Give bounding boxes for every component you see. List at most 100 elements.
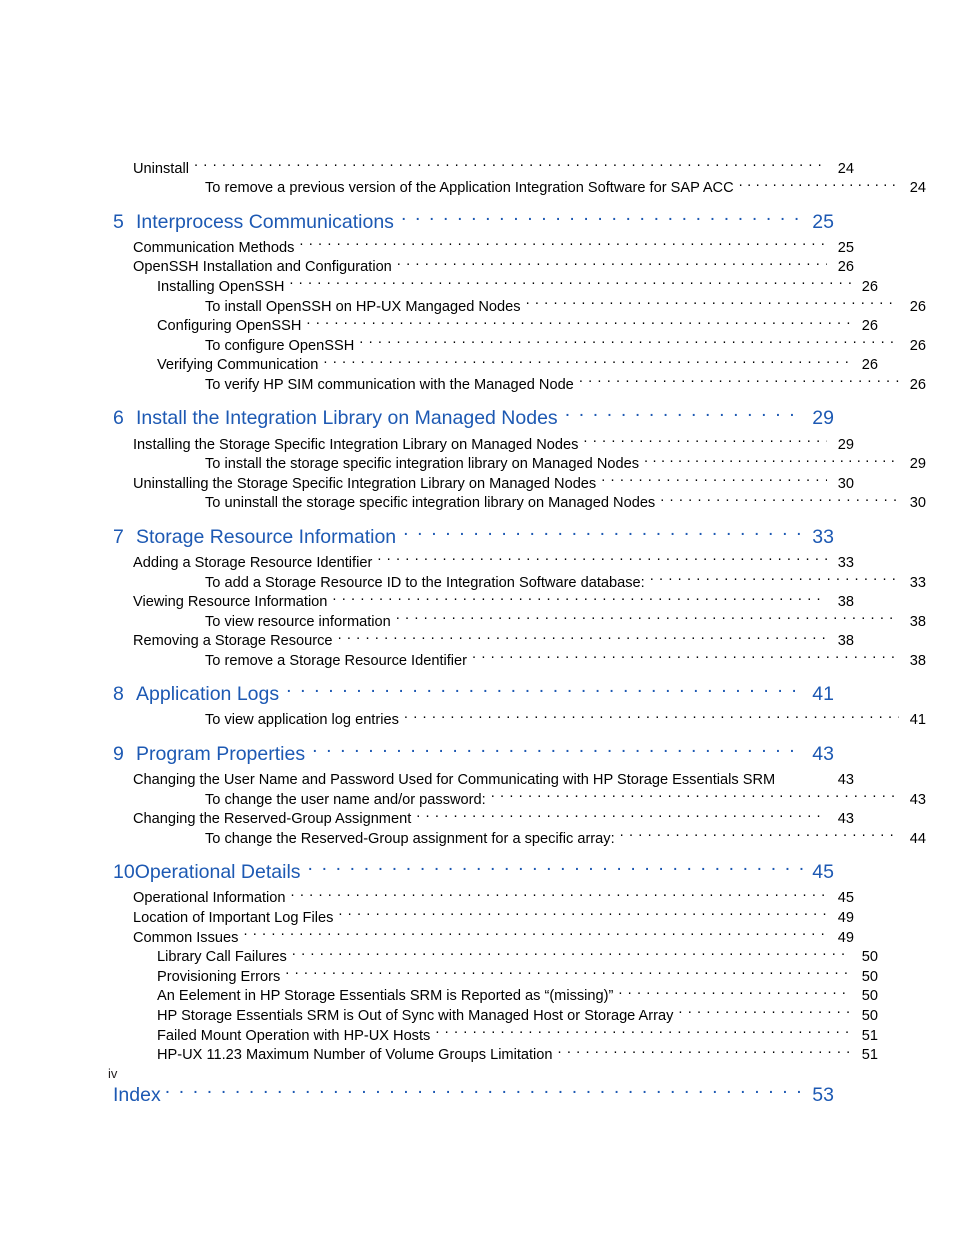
toc-chapter-entry[interactable]: 5 Interprocess Communications 25: [113, 208, 834, 235]
toc-page-number: 33: [812, 525, 834, 548]
toc-entry[interactable]: Failed Mount Operation with HP-UX Hosts 5…: [113, 1025, 878, 1045]
toc-page-number: 45: [837, 890, 854, 907]
toc-entry[interactable]: To uninstall the storage specific integr…: [113, 493, 926, 513]
dot-leader: [401, 208, 804, 228]
chapter-number: 5: [113, 210, 124, 233]
toc-entry-label: Library Call Failures: [157, 949, 287, 966]
toc-chapter-entry[interactable]: 8 Application Logs 41: [113, 681, 834, 708]
toc-entry[interactable]: Changing the Reserved-Group Assignment 43: [113, 809, 854, 829]
toc-entry-label: Storage Resource Information: [136, 525, 397, 548]
toc-entry[interactable]: Configuring OpenSSH 26: [113, 316, 878, 336]
dot-leader: [650, 572, 899, 587]
toc-entry[interactable]: To remove a previous version of the Appl…: [113, 178, 926, 198]
toc-entry-label: To install OpenSSH on HP-UX Mangaged Nod…: [205, 298, 521, 315]
toc-entry[interactable]: Removing a Storage Resource 38: [113, 631, 854, 651]
toc-entry[interactable]: HP-UX 11.23 Maximum Number of Volume Gro…: [113, 1045, 878, 1065]
toc-entry[interactable]: Installing OpenSSH 26: [113, 276, 878, 296]
toc-entry[interactable]: To verify HP SIM communication with the …: [113, 374, 926, 394]
toc-page-number: 24: [909, 180, 926, 197]
dot-leader: [558, 1045, 851, 1060]
dot-leader: [739, 178, 899, 193]
dot-leader: [579, 374, 899, 389]
toc-entry[interactable]: Changing the User Name and Password Used…: [113, 769, 854, 789]
toc-entry-label: Configuring OpenSSH: [157, 318, 302, 335]
toc-page-number: 38: [909, 613, 926, 630]
dot-leader: [306, 316, 851, 331]
dot-leader: [312, 740, 804, 760]
dot-leader: [165, 1081, 804, 1101]
toc-entry[interactable]: Provisioning Errors 50: [113, 966, 878, 986]
toc-entry[interactable]: Communication Methods 25: [113, 237, 854, 257]
toc-chapter-entry[interactable]: 6 Install the Integration Library on Mana…: [113, 405, 834, 432]
toc-entry[interactable]: Adding a Storage Resource Identifier 33: [113, 552, 854, 572]
toc-entry-label: Common Issues: [133, 929, 239, 946]
toc-entry[interactable]: To install OpenSSH on HP-UX Mangaged Nod…: [113, 296, 926, 316]
toc-entry-label: Install the Integration Library on Manag…: [136, 407, 558, 430]
dot-leader: [472, 650, 899, 665]
toc-page-number: 26: [909, 298, 926, 315]
dot-leader: [289, 276, 851, 291]
toc-entry[interactable]: Uninstalling the Storage Specific Integr…: [113, 473, 854, 493]
dot-leader: [620, 828, 899, 843]
dot-leader: [403, 523, 804, 543]
dot-leader: [404, 710, 899, 725]
toc-index-entry[interactable]: Index 53: [113, 1081, 834, 1108]
dot-leader: [308, 859, 804, 879]
toc-entry[interactable]: To remove a Storage Resource Identifier 3…: [113, 650, 926, 670]
toc-page-number: 25: [837, 239, 854, 256]
toc-entry[interactable]: HP Storage Essentials SRM is Out of Sync…: [113, 1005, 878, 1025]
toc-entry-label: Application Logs: [136, 683, 280, 706]
toc-entry[interactable]: Library Call Failures 50: [113, 947, 878, 967]
toc-entry[interactable]: To install the storage specific integrat…: [113, 454, 926, 474]
chapter-number: 9: [113, 742, 124, 765]
toc-page-number: 51: [861, 1027, 878, 1044]
toc-entry[interactable]: To view resource information 38: [113, 611, 926, 631]
toc-entry-label: To remove a previous version of the Appl…: [205, 180, 734, 197]
toc-page-number: 51: [861, 1047, 878, 1064]
toc-entry-label: Communication Methods: [133, 239, 295, 256]
toc-entry[interactable]: To change the Reserved-Group assignment …: [113, 828, 926, 848]
toc-chapter-entry[interactable]: 10Operational Details 45: [113, 859, 834, 886]
dot-leader: [660, 493, 899, 508]
toc-page-number: 26: [909, 337, 926, 354]
dot-leader: [565, 405, 804, 425]
toc-entry[interactable]: Installing the Storage Specific Integrat…: [113, 434, 854, 454]
dot-leader: [243, 927, 827, 942]
toc-entry[interactable]: An Eelement in HP Storage Essentials SRM…: [113, 986, 878, 1006]
toc-chapter-entry[interactable]: 9 Program Properties 43: [113, 740, 834, 767]
dot-leader: [299, 237, 827, 252]
toc-entry-label: Changing the User Name and Password Used…: [133, 772, 776, 789]
toc-page-number: 26: [909, 376, 926, 393]
toc-page-number: 30: [837, 475, 854, 492]
toc-entry[interactable]: Viewing Resource Information 38: [113, 592, 854, 612]
toc-page-number: 49: [837, 910, 854, 927]
toc-page-number: 25: [812, 210, 834, 233]
toc-chapter-entry[interactable]: 7 Storage Resource Information 33: [113, 523, 834, 550]
dot-leader: [338, 631, 827, 646]
toc-entry[interactable]: Operational Information 45: [113, 888, 854, 908]
toc-entry-label: Adding a Storage Resource Identifier: [133, 554, 373, 571]
toc-entry-label: To add a Storage Resource ID to the Inte…: [205, 574, 645, 591]
toc-entry[interactable]: Location of Important Log Files 49: [113, 907, 854, 927]
toc-entry[interactable]: OpenSSH Installation and Configuration 26: [113, 257, 854, 277]
toc-page-number: 26: [861, 357, 878, 374]
toc-entry-label: Provisioning Errors: [157, 968, 281, 985]
dot-leader: [292, 947, 851, 962]
toc-entry-label: To verify HP SIM communication with the …: [205, 376, 574, 393]
dot-leader: [397, 257, 827, 272]
toc-entry[interactable]: Common Issues 49: [113, 927, 854, 947]
toc-entry-label: Operational Information: [133, 890, 286, 907]
toc-entry-label: Index: [113, 1083, 161, 1106]
toc-entry[interactable]: Uninstall 24: [113, 158, 854, 178]
dot-leader: [416, 809, 827, 824]
toc-page-number: 41: [909, 712, 926, 729]
dot-leader: [526, 296, 899, 311]
toc-entry[interactable]: To change the user name and/or password:…: [113, 789, 926, 809]
toc-entry[interactable]: To add a Storage Resource ID to the Inte…: [113, 572, 926, 592]
toc-entry-label: To uninstall the storage specific integr…: [205, 495, 656, 512]
dot-leader: [338, 907, 827, 922]
toc-entry[interactable]: To view application log entries 41: [113, 710, 926, 730]
toc-page-number: 41: [812, 683, 834, 706]
toc-entry[interactable]: To configure OpenSSH 26: [113, 335, 926, 355]
toc-entry[interactable]: Verifying Communication 26: [113, 355, 878, 375]
